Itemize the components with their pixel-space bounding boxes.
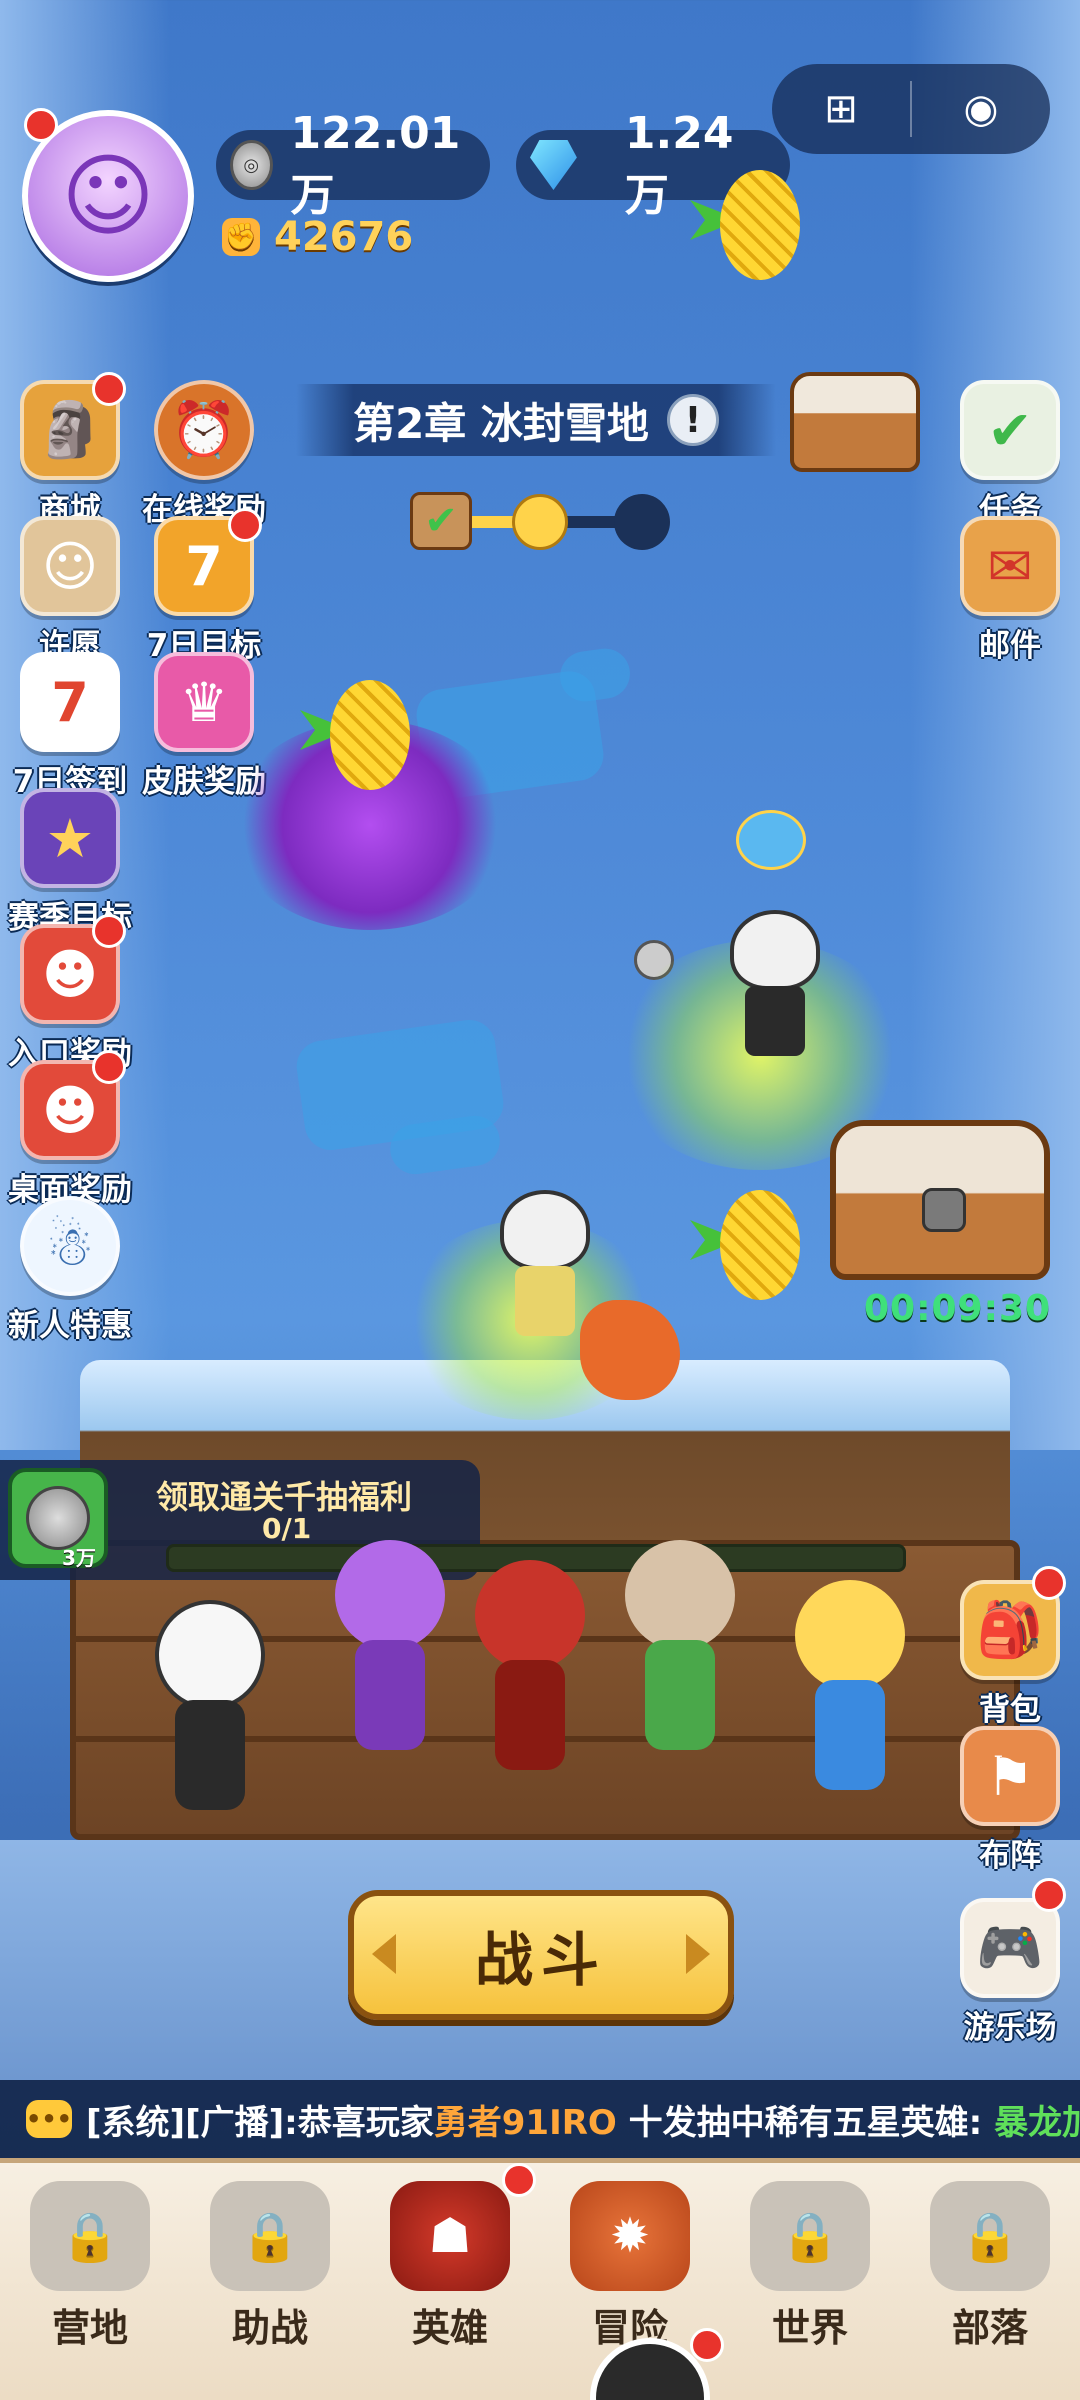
progress-node-current — [512, 494, 568, 550]
skin-icon: ♛ — [154, 652, 254, 752]
formation-icon: ⚑ — [960, 1726, 1060, 1826]
pineapple-pickup[interactable] — [690, 170, 800, 290]
white-hair-hero-attacking — [720, 910, 830, 1060]
party-hero-blonde-girl[interactable] — [780, 1580, 920, 1800]
nav-label: 世界 — [771, 2306, 848, 2350]
coin-counter[interactable]: ◎ 122.01万 — [216, 108, 490, 221]
broadcast-ticker[interactable]: ••• [系统][广播]:恭喜玩家 勇者91IRO 十发抽中稀有五星英雄: 暴龙加 — [0, 2080, 1080, 2158]
info-icon[interactable]: ! — [666, 394, 719, 446]
clock-icon: ⏰ — [154, 380, 254, 480]
checklist-icon: ✔ — [960, 380, 1060, 480]
badge-dot — [690, 2328, 724, 2362]
badge-dot — [1032, 1878, 1066, 1912]
broadcast-player: 勇者91IRO — [433, 2102, 617, 2143]
combat-power: ✊ 42676 — [222, 214, 413, 260]
power-value: 42676 — [274, 214, 414, 260]
white-hair-hero — [490, 1190, 600, 1340]
side-item-seven-day-signin[interactable]: 7 7日签到 — [0, 652, 140, 801]
envelope-icon: ✉ — [960, 516, 1060, 616]
avatar-badge — [24, 108, 58, 142]
phoenix-pet — [580, 1300, 680, 1400]
side-item-newbie-offer[interactable]: ☃ 新人特惠 — [0, 1196, 140, 1345]
side-item-online-reward[interactable]: ⏰ 在线奖励 — [134, 380, 274, 529]
chest-timer: 00:09:30 — [864, 1288, 1052, 1329]
lock-icon — [922, 1188, 966, 1232]
chapter-progress: ✔ — [410, 492, 670, 550]
badge-dot — [92, 372, 126, 406]
nav-label: 助战 — [231, 2306, 308, 2350]
side-item-label: 背包 — [979, 1692, 1041, 1728]
checkmark-icon: ✔ — [410, 492, 472, 550]
badge-dot — [228, 508, 262, 542]
side-item-label: 游乐场 — [963, 2010, 1057, 2046]
treasure-chest[interactable] — [830, 1120, 1050, 1280]
badge-dot — [1032, 1566, 1066, 1600]
badge-icon: ★ — [20, 788, 120, 888]
spiked-shell-icon: ✹ — [570, 2181, 690, 2291]
nav-assist[interactable]: 🔒 助战 — [180, 2163, 360, 2400]
badge-dot — [92, 1050, 126, 1084]
bird-enemy[interactable] — [736, 810, 806, 870]
side-item-desktop-reward[interactable]: ☻ 桌面奖励 — [0, 1060, 140, 1209]
calendar-icon: 7 — [20, 652, 120, 752]
side-item-wish[interactable]: ☺ 许愿 — [0, 516, 140, 665]
coin-icon: ◎ — [230, 140, 273, 190]
side-item-tasks[interactable]: ✔ 任务 — [950, 380, 1070, 529]
pineapple-pickup[interactable] — [690, 1190, 800, 1310]
reward-qty: 3万 — [62, 1546, 96, 1570]
side-item-label: 布阵 — [979, 1838, 1041, 1874]
side-item-playground[interactable]: 🎮 游乐场 — [950, 1898, 1070, 2047]
lock-icon: 🔒 — [930, 2181, 1050, 2291]
nav-world[interactable]: 🔒 世界 — [720, 2163, 900, 2400]
lock-icon: 🔒 — [30, 2181, 150, 2291]
badge-dot — [92, 914, 126, 948]
side-item-formation[interactable]: ⚑ 布阵 — [950, 1726, 1070, 1875]
gamepad-icon: 🎮 — [960, 1898, 1060, 1998]
reward-count: 0/1 — [262, 1512, 312, 1545]
chevron-left-icon — [372, 1934, 396, 1974]
snowman-icon: ☃ — [20, 1196, 120, 1296]
nav-tribe[interactable]: 🔒 部落 — [900, 2163, 1080, 2400]
side-item-backpack[interactable]: 🎒 背包 — [950, 1580, 1070, 1729]
fight-label: 战斗 — [474, 1926, 607, 1994]
lock-icon: 🔒 — [210, 2181, 330, 2291]
party-hero-purple-girl[interactable] — [320, 1540, 460, 1760]
side-item-season-goal[interactable]: ★ 赛季目标 — [0, 788, 140, 937]
party-hero-red-warrior[interactable] — [460, 1560, 600, 1780]
chat-bubble-icon: ••• — [26, 2100, 72, 2138]
chapter-chest-icon[interactable] — [790, 372, 920, 472]
broadcast-prefix: [系统][广播]:恭喜玩家 — [86, 2102, 434, 2143]
bottom-nav: 🔒 营地 🔒 助战 ☗ 英雄 ✹ 冒险 🔒 世界 🔒 部落 — [0, 2158, 1080, 2400]
side-item-entry-reward[interactable]: ☻ 入口奖励 — [0, 924, 140, 1073]
close-target-button[interactable]: ◉ — [912, 64, 1050, 154]
broadcast-middle: 十发抽中稀有五星英雄: — [616, 2102, 995, 2143]
nav-label: 营地 — [51, 2306, 128, 2350]
diamond-icon — [530, 140, 577, 190]
side-item-mail[interactable]: ✉ 邮件 — [950, 516, 1070, 665]
nav-heroes[interactable]: ☗ 英雄 — [360, 2163, 540, 2400]
add-to-desktop-button[interactable]: ⊞ — [772, 64, 910, 154]
ice-floe — [556, 645, 634, 705]
nav-label: 英雄 — [411, 2306, 488, 2350]
party-hero-duck[interactable] — [140, 1600, 280, 1820]
nav-camp[interactable]: 🔒 营地 — [0, 2163, 180, 2400]
party-hero-elf[interactable] — [610, 1540, 750, 1760]
pineapple-pickup[interactable] — [300, 680, 410, 800]
side-item-label: 邮件 — [979, 628, 1041, 664]
fight-button[interactable]: 战斗 — [348, 1890, 734, 2020]
side-item-label: 新人特惠 — [8, 1308, 132, 1344]
chapter-title: 第2章 冰封雪地 — [353, 398, 649, 448]
lock-icon: 🔒 — [750, 2181, 870, 2291]
mask-icon: ☗ — [390, 2181, 510, 2291]
statue-icon: ☺ — [20, 516, 120, 616]
nav-label: 部落 — [951, 2306, 1028, 2350]
broadcast-hero: 暴龙加 — [994, 2102, 1080, 2143]
progress-node-next — [614, 494, 670, 550]
coin-amount: 122.01万 — [290, 107, 461, 221]
system-buttons: ⊞ ◉ — [772, 64, 1050, 154]
badge-dot — [502, 2163, 536, 2197]
chapter-banner: 第2章 冰封雪地 ! — [296, 384, 776, 456]
fist-icon: ✊ — [222, 218, 260, 256]
chevron-right-icon — [686, 1934, 710, 1974]
